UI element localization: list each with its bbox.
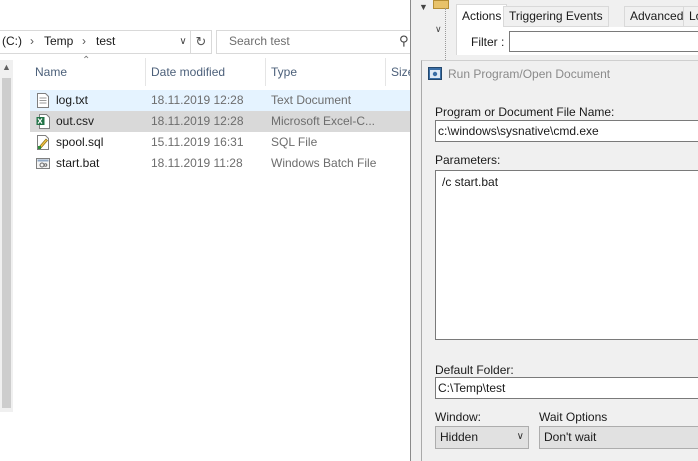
file-date-modified: 18.11.2019 11:28 <box>151 156 243 170</box>
column-divider[interactable] <box>145 58 146 86</box>
default-folder-label: Default Folder: <box>435 363 514 377</box>
search-icon: ⚲ <box>399 33 409 48</box>
program-file-input[interactable]: c:\windows\sysnative\cmd.exe <box>435 120 698 142</box>
wait-options-select[interactable]: Don't wait <box>539 426 698 449</box>
window-select[interactable]: Hidden ∨ <box>435 426 529 449</box>
file-type: SQL File <box>271 135 318 149</box>
file-type: Text Document <box>271 93 352 107</box>
filter-input[interactable] <box>509 31 698 52</box>
file-name: start.bat <box>56 156 100 170</box>
parameters-label: Parameters: <box>435 153 501 167</box>
run-program-icon <box>428 67 442 80</box>
sql-file-icon <box>37 135 49 150</box>
file-name: log.txt <box>56 93 89 107</box>
file-type: Windows Batch File <box>271 156 377 170</box>
task-tree: ▼ ∨ <box>411 0 453 60</box>
window-select-value: Hidden <box>440 430 479 444</box>
parameters-textarea[interactable]: /c start.bat <box>435 170 698 340</box>
address-history-dropdown-icon[interactable]: ∨ <box>176 33 190 51</box>
window-label: Window: <box>435 410 482 424</box>
scroll-up-icon[interactable]: ▲ <box>2 62 11 72</box>
scrollbar-thumb[interactable] <box>2 78 11 408</box>
default-folder-input[interactable]: C:\Temp\test <box>435 377 698 399</box>
wait-options-select-value: Don't wait <box>544 430 597 444</box>
column-divider[interactable] <box>385 58 386 86</box>
breadcrumb-drive[interactable]: (C:) <box>2 34 22 48</box>
tab-advanced[interactable]: Advanced <box>624 6 690 27</box>
breadcrumb-test[interactable]: test <box>96 34 115 48</box>
dialog-titlebar[interactable]: Run Program/Open Document <box>422 61 698 86</box>
batch-file-icon <box>36 158 50 169</box>
column-headers: ⌃ Name Date modified Type Size <box>22 55 410 88</box>
column-header-name[interactable]: Name <box>35 65 67 79</box>
breadcrumb-separator-icon: › <box>82 34 86 48</box>
parameters-value: /c start.bat <box>442 175 499 189</box>
file-date-modified: 18.11.2019 12:28 <box>151 93 244 107</box>
breadcrumb-separator-icon: › <box>30 34 34 48</box>
text-file-icon <box>37 93 49 108</box>
column-divider[interactable] <box>265 58 266 86</box>
program-file-label: Program or Document File Name: <box>435 105 615 119</box>
file-date-modified: 15.11.2019 16:31 <box>151 135 244 149</box>
filter-row: Filter : <box>456 27 698 55</box>
dialog-content: Program or Document File Name: c:\window… <box>422 86 698 461</box>
tab-triggering-events[interactable]: Triggering Events <box>503 6 609 27</box>
file-row-log-txt[interactable]: log.txt 18.11.2019 12:28 Text Document <box>30 90 410 111</box>
file-row-spool-sql[interactable]: spool.sql 15.11.2019 16:31 SQL File <box>30 132 410 153</box>
file-explorer: (C:) › Temp › test ∨ ↻ Search test ⚲ ▲ ⌃… <box>0 0 410 461</box>
default-folder-value: C:\Temp\test <box>438 381 506 395</box>
refresh-button[interactable]: ↻ <box>190 30 212 54</box>
expand-chevron-icon[interactable]: ▼ <box>419 2 428 12</box>
column-header-size[interactable]: Size <box>391 65 410 79</box>
file-type: Microsoft Excel-C... <box>271 114 376 128</box>
file-row-out-csv[interactable]: out.csv 18.11.2019 12:28 Microsoft Excel… <box>30 111 410 132</box>
address-bar[interactable]: (C:) › Temp › test ∨ <box>0 30 191 54</box>
dialog-title: Run Program/Open Document <box>448 67 611 81</box>
excel-file-icon <box>36 114 50 129</box>
program-file-value: c:\windows\sysnative\cmd.exe <box>438 124 599 138</box>
column-header-type[interactable]: Type <box>271 65 297 79</box>
navigation-pane-scrollbar[interactable]: ▲ <box>0 60 13 412</box>
task-scheduler-window: ▼ ∨ Actions Triggering Events Advanced L… <box>411 0 698 461</box>
sort-ascending-icon: ⌃ <box>82 55 91 66</box>
file-name: spool.sql <box>56 135 104 149</box>
file-date-modified: 18.11.2019 12:28 <box>151 114 244 128</box>
run-program-dialog: Run Program/Open Document Program or Doc… <box>421 60 698 461</box>
tab-local-variables[interactable]: Local v <box>683 6 698 27</box>
expand-chevron-icon[interactable]: ∨ <box>435 24 442 35</box>
filter-label: Filter : <box>471 35 505 49</box>
search-input[interactable]: Search test ⚲ <box>216 30 410 54</box>
file-name: out.csv <box>56 114 95 128</box>
chevron-down-icon: ∨ <box>516 431 524 442</box>
column-header-date-modified[interactable]: Date modified <box>151 65 225 79</box>
tree-connector <box>445 8 447 60</box>
tab-actions[interactable]: Actions <box>456 4 508 27</box>
refresh-icon: ↻ <box>195 34 207 49</box>
wait-options-label: Wait Options <box>539 410 608 424</box>
file-row-start-bat[interactable]: start.bat 18.11.2019 11:28 Windows Batch… <box>30 153 410 174</box>
search-placeholder: Search test <box>229 34 290 48</box>
tab-strip: Actions Triggering Events Advanced Local… <box>456 4 698 27</box>
breadcrumb-temp[interactable]: Temp <box>44 34 73 48</box>
